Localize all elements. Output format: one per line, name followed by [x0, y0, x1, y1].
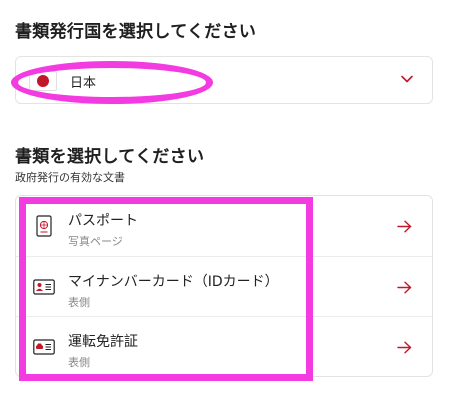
country-heading: 書類発行国を選択してください [15, 22, 257, 42]
document-option-title: マイナンバーカード（IDカード） [68, 274, 279, 290]
passport-icon [36, 215, 52, 237]
document-option-title: 運転免許証 [68, 334, 138, 350]
document-option-title: パスポート [68, 213, 138, 229]
id-card-icon [33, 279, 55, 295]
document-option-drivers-license[interactable]: 運転免許証 表側 [16, 316, 432, 376]
arrow-right-icon [397, 341, 412, 354]
drivers-license-icon [33, 339, 55, 355]
document-option-subtitle: 表側 [68, 356, 90, 369]
document-subheading: 政府発行の有効な文書 [15, 171, 125, 184]
document-option-subtitle: 写真ページ [68, 235, 123, 248]
arrow-right-icon [397, 220, 412, 233]
document-option-passport[interactable]: パスポート 写真ページ [16, 196, 432, 256]
country-select-value: 日本 [70, 76, 97, 91]
japan-flag-icon [29, 71, 57, 91]
document-heading: 書類を選択してください [15, 147, 205, 167]
country-select[interactable]: 日本 [15, 56, 433, 104]
document-option-subtitle: 表側 [68, 296, 90, 309]
document-type-list: パスポート 写真ページ マイナンバーカード（IDカード） 表側 運転免許証 表側 [15, 195, 433, 377]
arrow-right-icon [397, 281, 412, 294]
document-option-id-card[interactable]: マイナンバーカード（IDカード） 表側 [16, 256, 432, 316]
chevron-down-icon [401, 75, 413, 83]
